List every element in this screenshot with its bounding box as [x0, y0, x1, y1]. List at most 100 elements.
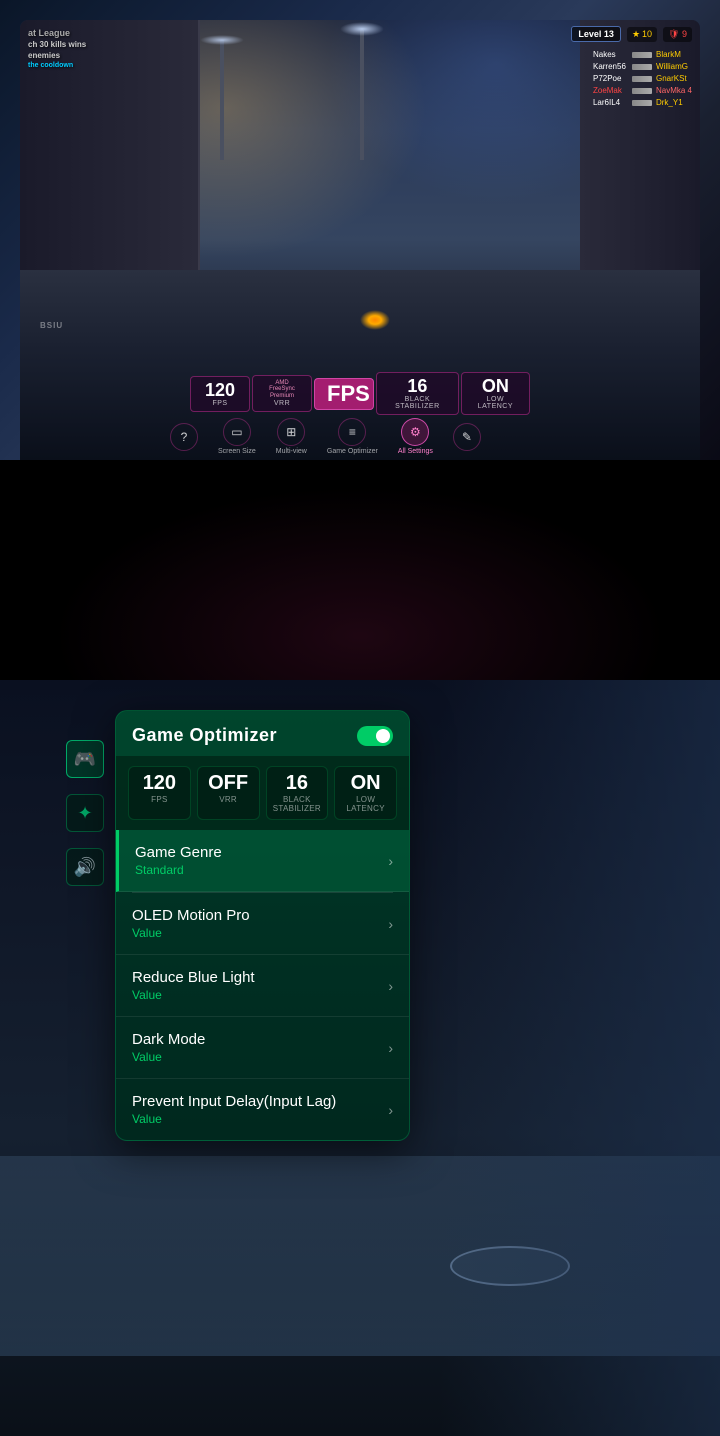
weapon-icon	[632, 88, 652, 94]
all-settings-icon[interactable]: ⚙	[401, 418, 429, 446]
dark-mode-value: Value	[132, 1050, 205, 1064]
nav-bar: ? ▭ Screen Size ⊞ Multi-view ≡ Game Opti…	[170, 418, 550, 455]
optimizer-black-stab-label: Black Stabilizer	[271, 795, 324, 813]
sidebar-icon-audio[interactable]: 🔊	[66, 848, 104, 886]
top-game-section: BSIU at League ch 30 kills wins enemies …	[0, 0, 720, 460]
player-rank: BlarkM	[656, 50, 681, 59]
oled-motion-value: Value	[132, 926, 250, 940]
help-nav-item[interactable]: ?	[170, 423, 198, 451]
player-name: Nakes	[593, 50, 628, 59]
player-item: Nakes BlarkM	[593, 50, 692, 59]
optimizer-fps-stat: 120 FPS	[128, 766, 191, 820]
dark-mode-title: Dark Mode	[132, 1031, 205, 1048]
fps-value: 120	[203, 381, 237, 399]
freesync-label: AMDFreeSyncPremium	[265, 380, 299, 400]
weapon-icon	[632, 76, 652, 82]
player-item: Karren56 WilliamG	[593, 62, 692, 71]
fps-mode-stat: FPS	[314, 378, 374, 410]
player-name: P72Poe	[593, 74, 628, 83]
optimizer-panel: Game Optimizer 120 FPS OFF VRR 16 Black …	[115, 710, 410, 1141]
weapon-icon	[632, 52, 652, 58]
black-stab-label: Black Stabilizer	[389, 396, 446, 410]
multiview-nav-item[interactable]: ⊞ Multi-view	[276, 418, 307, 455]
cooldown-label: the cooldown	[28, 62, 86, 69]
optimizer-black-stab-value: 16	[271, 773, 324, 793]
game-genre-menu-item[interactable]: Game Genre Standard ›	[116, 830, 409, 892]
optimizer-vrr-label: VRR	[202, 795, 255, 804]
multiview-icon[interactable]: ⊞	[277, 418, 305, 446]
player-rank: NavMka 4	[656, 86, 692, 95]
fps-mode-value: FPS	[327, 383, 361, 405]
prevent-input-delay-chevron-icon: ›	[388, 1102, 393, 1118]
game-genre-value: Standard	[135, 863, 222, 877]
multiview-label: Multi-view	[276, 448, 307, 455]
reduce-blue-light-title: Reduce Blue Light	[132, 969, 255, 986]
player-name: Karren56	[593, 62, 628, 71]
fps-label: FPS	[203, 400, 237, 407]
help-icon[interactable]: ?	[170, 423, 198, 451]
points-value: 10	[642, 29, 652, 39]
middle-section	[0, 460, 720, 680]
optimizer-low-latency-label: Low Latency	[339, 795, 392, 813]
player-name: ZoeMak	[593, 86, 628, 95]
vrr-label: VRR	[265, 400, 299, 407]
weapon-icon	[632, 100, 652, 106]
prevent-input-delay-value: Value	[132, 1112, 336, 1126]
black-stab-value: 16	[389, 377, 446, 395]
dark-mode-menu-item[interactable]: Dark Mode Value ›	[116, 1017, 409, 1079]
prevent-input-delay-menu-item[interactable]: Prevent Input Delay(Input Lag) Value ›	[116, 1079, 409, 1140]
weapon-icon	[632, 64, 652, 70]
controller-icon: 🎮	[74, 749, 96, 770]
optimizer-low-latency-stat: ON Low Latency	[334, 766, 397, 820]
sidebar: 🎮 ✦ 🔊	[60, 740, 110, 886]
optimizer-low-latency-value: ON	[339, 773, 392, 793]
low-latency-label: Low Latency	[474, 396, 517, 410]
oled-motion-title: OLED Motion Pro	[132, 907, 250, 924]
player-list: Nakes BlarkM Karren56 WilliamG P72Poe Gn…	[593, 50, 692, 107]
reduce-blue-light-chevron-icon: ›	[388, 978, 393, 994]
reduce-blue-light-menu-item[interactable]: Reduce Blue Light Value ›	[116, 955, 409, 1017]
light-post-1	[220, 40, 224, 160]
edit-nav-item[interactable]: ✎	[453, 423, 481, 451]
low-latency-value: ON	[474, 377, 517, 395]
oled-motion-menu-item[interactable]: OLED Motion Pro Value ›	[116, 893, 409, 955]
enemies-label: enemies	[28, 51, 86, 60]
score-display: 🛡 9	[663, 27, 692, 42]
optimizer-fps-value: 120	[133, 773, 186, 793]
audio-icon: 🔊	[74, 857, 96, 878]
player-rank: Drk_Y1	[656, 98, 683, 107]
player-item: Lar6IL4 Drk_Y1	[593, 98, 692, 107]
edit-icon[interactable]: ✎	[453, 423, 481, 451]
sidebar-icon-controller[interactable]: 🎮	[66, 740, 104, 778]
oled-motion-item-left: OLED Motion Pro Value	[132, 907, 250, 940]
effects-icon: ✦	[77, 803, 92, 824]
light-post-2	[360, 30, 364, 160]
all-settings-nav-item[interactable]: ⚙ All Settings	[398, 418, 433, 455]
optimizer-black-stab-stat: 16 Black Stabilizer	[266, 766, 329, 820]
shield-icon: 🛡	[668, 29, 679, 39]
oled-motion-chevron-icon: ›	[388, 916, 393, 932]
panel-header: Game Optimizer	[116, 711, 409, 756]
bottom-section: 🎮 ✦ 🔊 Game Optimizer 120 FPS OFF VRR	[0, 680, 720, 1436]
sidebar-icon-effects[interactable]: ✦	[66, 794, 104, 832]
game-optimizer-label: Game Optimizer	[327, 448, 378, 455]
screen-size-icon[interactable]: ▭	[223, 418, 251, 446]
reduce-blue-light-item-left: Reduce Blue Light Value	[132, 969, 255, 1002]
all-settings-label: All Settings	[398, 448, 433, 455]
screen-size-nav-item[interactable]: ▭ Screen Size	[218, 418, 256, 455]
bsiu-indicator: BSIU	[40, 321, 63, 330]
hud-top-left: at League ch 30 kills wins enemies the c…	[28, 28, 86, 69]
level-badge: Level 13	[571, 26, 621, 42]
optimizer-stats-row: 120 FPS OFF VRR 16 Black Stabilizer ON L…	[116, 756, 409, 830]
game-optimizer-nav-item[interactable]: ≡ Game Optimizer	[327, 418, 378, 455]
stats-bar: 120 FPS AMDFreeSyncPremium VRR FPS 16 Bl…	[190, 372, 530, 415]
hud-top-right: Level 13 ★ 10 🛡 9	[571, 26, 692, 42]
scene-wall-right	[440, 680, 720, 1436]
optimizer-toggle[interactable]	[357, 726, 393, 746]
optimizer-vrr-stat: OFF VRR	[197, 766, 260, 820]
game-optimizer-icon[interactable]: ≡	[338, 418, 366, 446]
game-mode-label: at League	[28, 28, 86, 38]
game-screen: BSIU at League ch 30 kills wins enemies …	[20, 20, 700, 460]
black-stab-stat: 16 Black Stabilizer	[376, 372, 459, 415]
kill-info-label: ch 30 kills wins	[28, 40, 86, 49]
